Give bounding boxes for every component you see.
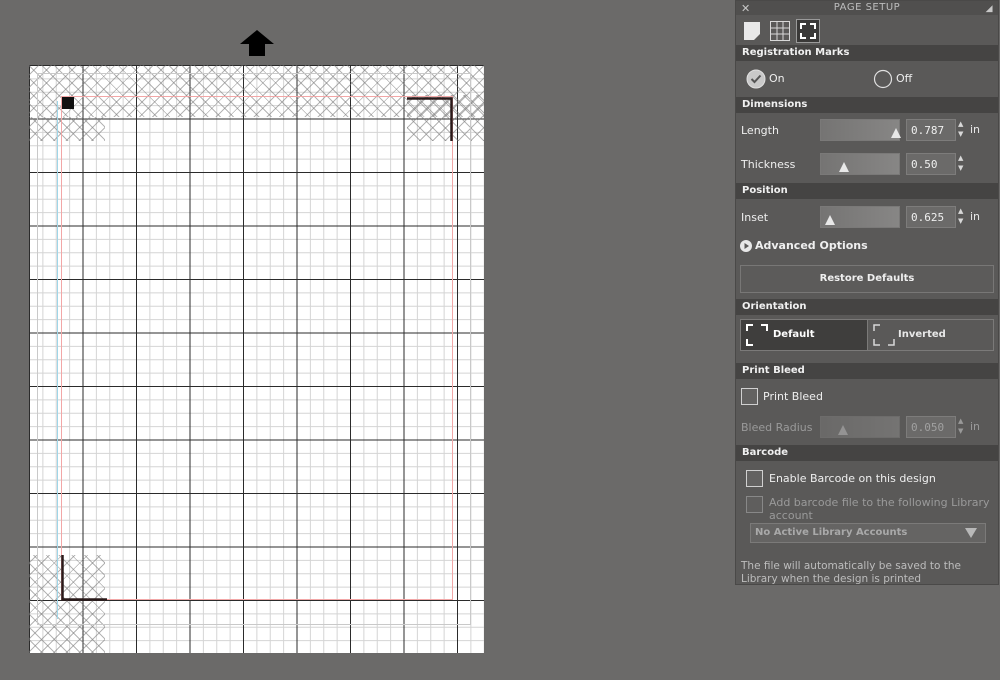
printable-area-outline: [61, 96, 453, 600]
position-rows: Inset 0.625 ▲ ▼ in Advanced Options Resto…: [736, 199, 998, 299]
restore-defaults-button[interactable]: Restore Defaults: [740, 265, 994, 293]
guide-line-vertical: [57, 101, 58, 619]
length-unit: in: [970, 123, 981, 136]
barcode-header: Barcode: [736, 445, 998, 461]
bleed-radius-stepper[interactable]: ▲ ▼: [958, 416, 966, 438]
barcode-save-note: The file will automatically be saved to …: [741, 560, 961, 585]
registration-corner-bottom-left: [61, 555, 107, 601]
print-bleed-checkbox[interactable]: [741, 388, 758, 405]
corner-marks-icon[interactable]: [796, 19, 820, 43]
inset-slider[interactable]: [820, 206, 900, 228]
inset-slider-thumb[interactable]: [825, 215, 835, 225]
bleed-radius-input[interactable]: 0.050: [906, 416, 956, 438]
enable-barcode-checkbox[interactable]: [746, 470, 763, 487]
length-stepper[interactable]: ▲ ▼: [958, 119, 966, 141]
length-slider[interactable]: [820, 119, 901, 141]
radio-on-checked-icon[interactable]: [746, 69, 766, 89]
radio-off-icon[interactable]: [873, 69, 893, 89]
add-barcode-file-label[interactable]: Add barcode file to the following Librar…: [769, 496, 991, 522]
inset-stepper[interactable]: ▲ ▼: [958, 206, 966, 228]
enable-barcode-label[interactable]: Enable Barcode on this design: [769, 472, 936, 485]
radio-off-label[interactable]: Off: [896, 72, 912, 85]
bleed-radius-label: Bleed Radius: [741, 421, 813, 434]
registration-corner-top-right: [407, 97, 453, 141]
registration-marks-row: On Off: [736, 61, 998, 97]
thickness-input[interactable]: 0.50: [906, 153, 956, 175]
close-icon[interactable]: ✕: [741, 2, 751, 16]
library-account-dropdown[interactable]: No Active Library Accounts: [750, 523, 986, 543]
advanced-options-play-icon[interactable]: [740, 240, 752, 252]
position-header: Position: [736, 183, 998, 199]
orientation-row: Default Inverted: [736, 315, 998, 363]
orientation-default-button[interactable]: Default: [740, 319, 868, 351]
bleed-radius-slider[interactable]: [820, 416, 900, 438]
page-setup-panel: ✕ PAGE SETUP ◢ Registration Marks On Off…: [735, 0, 999, 585]
grid-icon[interactable]: [768, 19, 792, 43]
add-barcode-file-checkbox[interactable]: [746, 496, 763, 513]
panel-title: PAGE SETUP: [833, 2, 901, 13]
registration-marks-header: Registration Marks: [736, 45, 998, 61]
dimensions-rows: Length 0.787 ▲ ▼ in Thickness 0.50 ▲ ▼: [736, 113, 998, 183]
registration-square-mark: [62, 97, 74, 109]
orientation-inverted-label: Inverted: [898, 329, 946, 340]
advanced-options-label[interactable]: Advanced Options: [755, 239, 868, 252]
radio-on-label[interactable]: On: [769, 72, 785, 85]
thickness-slider[interactable]: [820, 153, 900, 175]
orientation-inverted-button[interactable]: Inverted: [867, 319, 994, 351]
thickness-stepper[interactable]: ▲ ▼: [958, 153, 966, 175]
collapse-icon[interactable]: ◢: [986, 2, 993, 16]
page-icon[interactable]: [740, 19, 764, 43]
inset-label: Inset: [741, 211, 769, 224]
panel-title-bar[interactable]: ✕ PAGE SETUP ◢: [736, 1, 998, 15]
print-bleed-label[interactable]: Print Bleed: [763, 390, 823, 403]
dimensions-header: Dimensions: [736, 97, 998, 113]
cutting-mat-canvas[interactable]: [29, 65, 484, 653]
length-input[interactable]: 0.787: [906, 119, 956, 141]
orientation-default-label: Default: [773, 329, 815, 340]
thickness-slider-thumb[interactable]: [839, 162, 849, 172]
thickness-label: Thickness: [741, 158, 796, 171]
bleed-radius-unit: in: [970, 420, 981, 433]
barcode-rows: Enable Barcode on this design Add barcod…: [736, 461, 998, 601]
orientation-header: Orientation: [736, 299, 998, 315]
default-orientation-icon: [746, 324, 768, 346]
print-bleed-rows: Print Bleed Bleed Radius 0.050 ▲ ▼ in: [736, 379, 998, 445]
inverted-orientation-icon: [873, 324, 895, 346]
bleed-radius-slider-thumb[interactable]: [838, 425, 848, 435]
dropdown-arrow-icon: [965, 528, 977, 538]
length-slider-thumb[interactable]: [891, 128, 901, 138]
inset-unit: in: [970, 210, 981, 223]
feed-direction-arrow-icon: [240, 30, 274, 56]
inset-input[interactable]: 0.625: [906, 206, 956, 228]
library-account-dropdown-value: No Active Library Accounts: [755, 527, 908, 538]
length-label: Length: [741, 124, 779, 137]
panel-tab-row: [736, 15, 998, 45]
print-bleed-header: Print Bleed: [736, 363, 998, 379]
